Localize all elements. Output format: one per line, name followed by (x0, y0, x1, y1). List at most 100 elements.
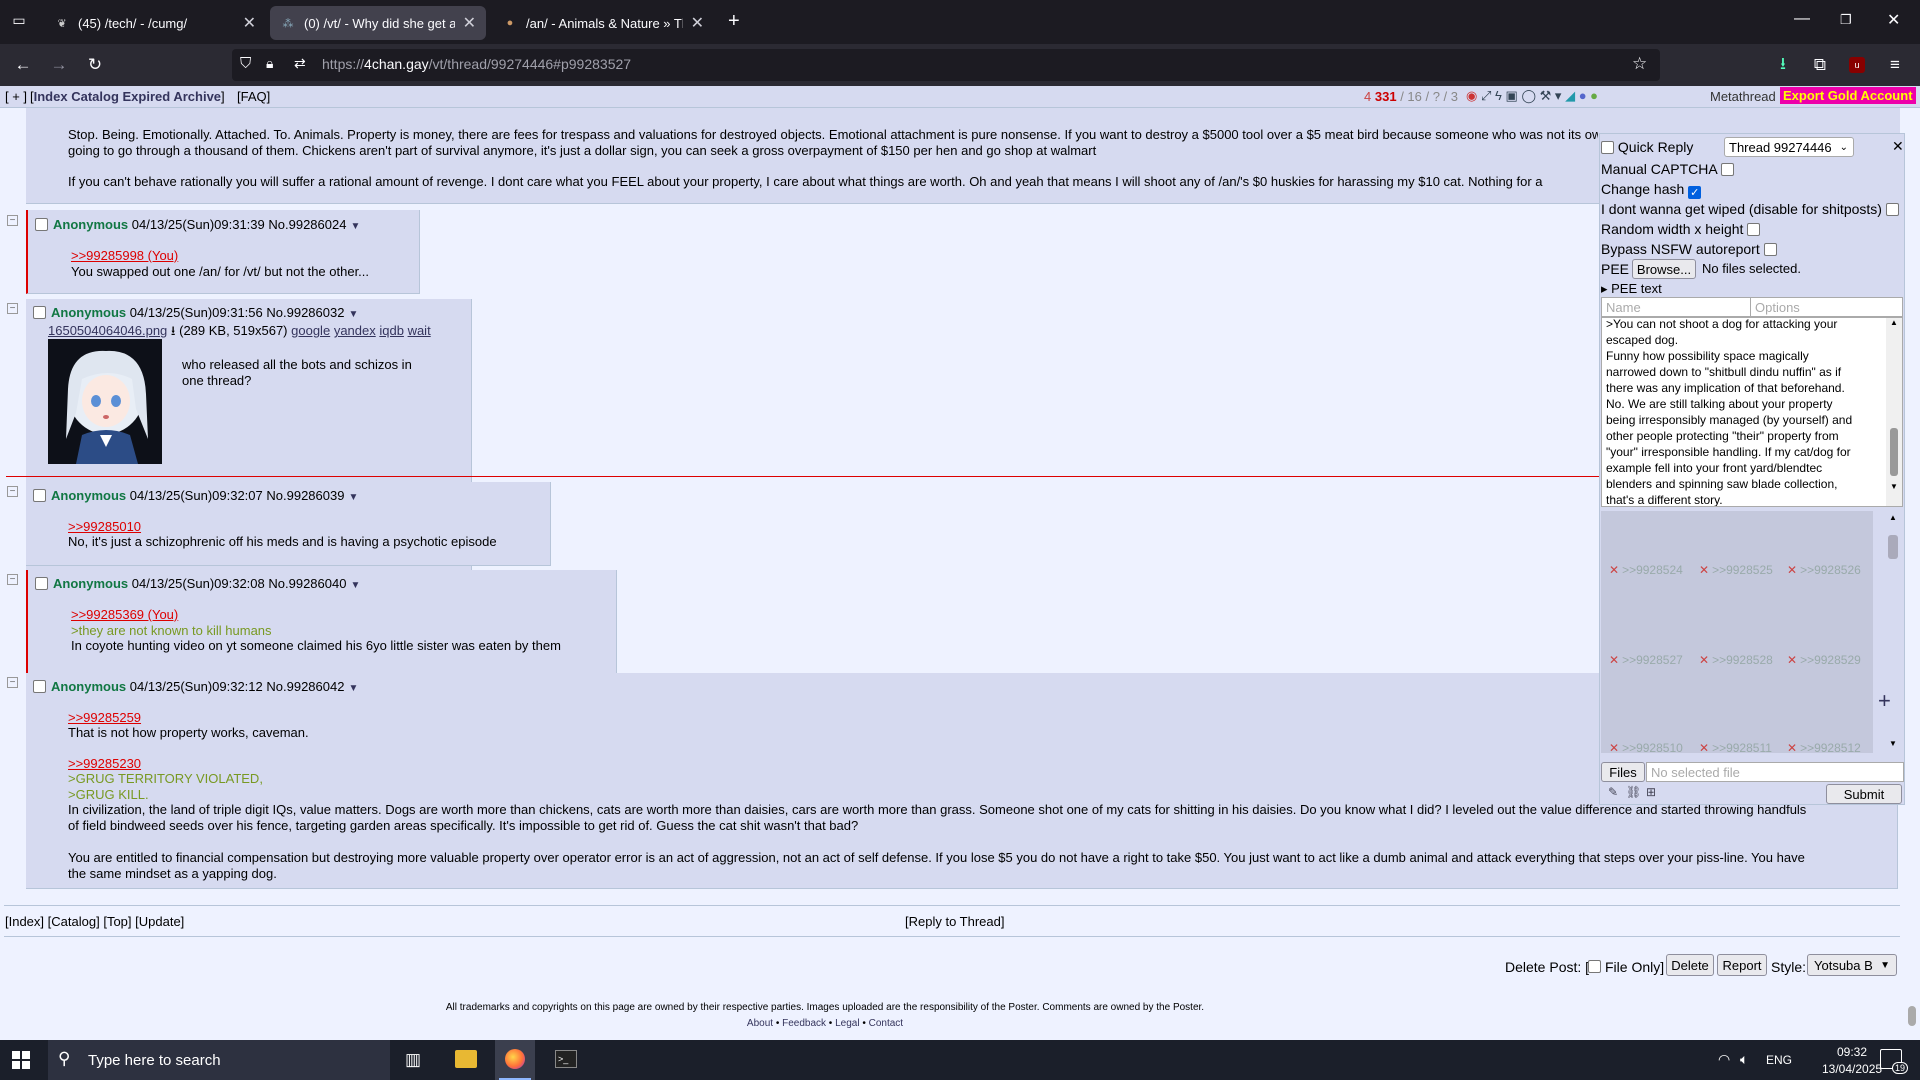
footer-contact-link[interactable]: Contact (869, 1018, 903, 1029)
quick-reply-toggle[interactable]: Quick Reply (1601, 139, 1693, 155)
browser-tab-tech[interactable]: ❦ (45) /tech/ - /cumg/ ✕ (44, 6, 266, 40)
clock-time[interactable]: 09:32 (1822, 1045, 1882, 1059)
page-scrollbar[interactable] (1904, 108, 1920, 1040)
wrench-icon[interactable]: ⚒ (1540, 88, 1552, 103)
permissions-icon[interactable]: ⇄ (294, 55, 306, 72)
pee-text-toggle[interactable]: ▸ PEE text (1601, 281, 1662, 297)
thumb-tile[interactable]: ✕ >>9928524 (1609, 563, 1683, 577)
gallery-icon[interactable]: ▣ (1506, 88, 1518, 103)
bookmark-star-icon[interactable]: ☆ (1632, 54, 1647, 74)
post-checkbox[interactable] (35, 577, 48, 590)
scrollbar-thumb[interactable] (1888, 535, 1898, 559)
files-button[interactable]: Files (1601, 762, 1645, 782)
scroll-down-icon[interactable]: ▼ (1890, 482, 1898, 491)
quote-link[interactable]: >>99285369 (You) (71, 607, 178, 623)
downloads-icon[interactable]: ⭳ (1769, 51, 1797, 79)
link-icon[interactable]: ⛓ (1626, 785, 1641, 799)
post-menu-arrow-icon[interactable]: ▼ (348, 492, 358, 503)
remove-thumb-icon[interactable]: ✕ (1699, 653, 1709, 667)
toggle-plus[interactable]: [ + ] (5, 89, 27, 104)
post-checkbox[interactable] (33, 306, 46, 319)
footer-legal-link[interactable]: Legal (835, 1018, 859, 1029)
browser-tab-an[interactable]: ● /an/ - Animals & Nature » Thre ✕ (492, 6, 714, 40)
quote-link[interactable]: >>99285259 (68, 710, 141, 726)
quote-link[interactable]: >>99285010 (68, 519, 141, 535)
close-tab-icon[interactable]: ✕ (691, 13, 704, 33)
bottom-top-link[interactable]: [Top] (103, 914, 131, 929)
download-icon[interactable]: ⭳ (171, 323, 176, 338)
delete-button[interactable]: Delete (1666, 954, 1714, 976)
metathread-link[interactable]: Metathread (1710, 89, 1776, 104)
url-bar[interactable]: ⛉ 🔒︎ ⇄ https://4chan.gay/vt/thread/99274… (232, 49, 1660, 81)
name-input[interactable]: Name (1601, 297, 1751, 317)
thread-select[interactable]: Thread 99274446 ⌄ (1724, 137, 1854, 157)
taskbar-search[interactable]: ⚲ Type here to search (48, 1040, 390, 1080)
change-hash-checkbox[interactable]: ✓ (1688, 186, 1702, 199)
nav-faq[interactable]: [FAQ] (237, 89, 270, 104)
discord-icon[interactable]: ● (1579, 88, 1587, 103)
bolt-icon[interactable]: ϟ (1495, 88, 1502, 103)
post-number[interactable]: No.99286032 (266, 305, 344, 320)
extensions-icon[interactable]: ⧉ (1806, 51, 1834, 79)
manual-captcha-checkbox[interactable] (1720, 163, 1734, 176)
scrollbar-thumb[interactable] (1890, 428, 1898, 476)
post-menu-arrow-icon[interactable]: ▼ (348, 683, 358, 694)
thumb-tile[interactable]: ✕ >>9928511 (1699, 741, 1772, 755)
bypass-nsfw-checkbox[interactable] (1763, 243, 1777, 256)
remove-thumb-icon[interactable]: ✕ (1609, 563, 1619, 577)
file-name-link[interactable]: 1650504064046.png (48, 323, 167, 338)
thumb-tile[interactable]: ✕ >>9928529 (1787, 653, 1861, 667)
comment-textarea[interactable]: >You can not shoot a dog for attacking y… (1601, 317, 1903, 507)
new-tab-icon[interactable]: + (728, 10, 740, 33)
dropdown-icon[interactable]: ▾ (1555, 88, 1562, 103)
footer-about-link[interactable]: About (747, 1018, 773, 1029)
hide-post-button[interactable]: − (7, 677, 18, 688)
thumb-tile[interactable]: ✕ >>9928528 (1699, 653, 1773, 667)
task-view-icon[interactable]: ▥ (405, 1050, 421, 1070)
nav-catalog[interactable]: Catalog (71, 89, 119, 104)
bottom-update-link[interactable]: [Update] (135, 914, 184, 929)
remove-thumb-icon[interactable]: ✕ (1609, 741, 1619, 755)
thumb-tile[interactable]: ✕ >>9928512 (1787, 741, 1861, 755)
scroll-up-icon[interactable]: ▲ (1890, 318, 1898, 327)
forward-icon[interactable]: → (45, 51, 73, 79)
post-number[interactable]: No.99286039 (266, 488, 344, 503)
file-only-checkbox[interactable] (1588, 960, 1601, 973)
language-indicator[interactable]: ENG (1766, 1053, 1792, 1067)
footer-feedback-link[interactable]: Feedback (782, 1018, 826, 1029)
scroll-up-icon[interactable]: ▲ (1889, 513, 1897, 522)
back-icon[interactable]: ← (9, 51, 37, 79)
browser-tab-vt[interactable]: ⁂ (0) /vt/ - Why did she get a SEC ✕ (270, 6, 486, 40)
quote-link[interactable]: >>99285230 (68, 756, 141, 772)
options-input[interactable]: Options (1750, 297, 1903, 317)
textarea-scrollbar[interactable]: ▲ ▼ (1886, 318, 1902, 506)
post-checkbox[interactable] (33, 680, 46, 693)
edit-icon[interactable]: ✎ (1608, 785, 1618, 799)
telegram-icon[interactable]: ◢ (1565, 88, 1575, 103)
post-number[interactable]: No.99286040 (268, 576, 346, 591)
browse-button[interactable]: Browse... (1632, 259, 1696, 279)
expand-icon[interactable]: ⤢ (1481, 88, 1491, 103)
report-button[interactable]: Report (1717, 954, 1767, 976)
ublock-icon[interactable]: u (1843, 51, 1871, 79)
scrollbar-thumb[interactable] (1908, 1006, 1916, 1026)
post-checkbox[interactable] (35, 218, 48, 231)
scroll-down-icon[interactable]: ▼ (1889, 739, 1897, 748)
nav-expired[interactable]: Expired (123, 89, 171, 104)
minimize-icon[interactable]: — (1794, 10, 1810, 28)
wifi-icon[interactable]: ◠ (1718, 1051, 1730, 1068)
bottom-catalog-link[interactable]: [Catalog] (48, 914, 100, 929)
reload-icon[interactable]: ↻ (81, 51, 109, 79)
reply-to-thread-link[interactable]: [Reply to Thread] (905, 914, 1004, 929)
watch-icon[interactable]: ◉ (1466, 88, 1477, 103)
quick-reply-checkbox[interactable] (1601, 141, 1614, 154)
thumb-tile[interactable]: ✕ >>9928525 (1699, 563, 1773, 577)
restore-icon[interactable]: ❐ (1840, 12, 1852, 28)
bottom-index-link[interactable]: [Index] (5, 914, 44, 929)
volume-icon[interactable]: 🔈︎ (1740, 1051, 1748, 1068)
shield-icon[interactable]: ⛉ (240, 55, 251, 72)
wait-search-link[interactable]: wait (408, 323, 431, 338)
chat-icon[interactable]: ◯ (1521, 88, 1536, 103)
close-window-icon[interactable]: ✕ (1887, 10, 1900, 30)
style-select[interactable]: Yotsuba B ▼ (1807, 954, 1897, 976)
